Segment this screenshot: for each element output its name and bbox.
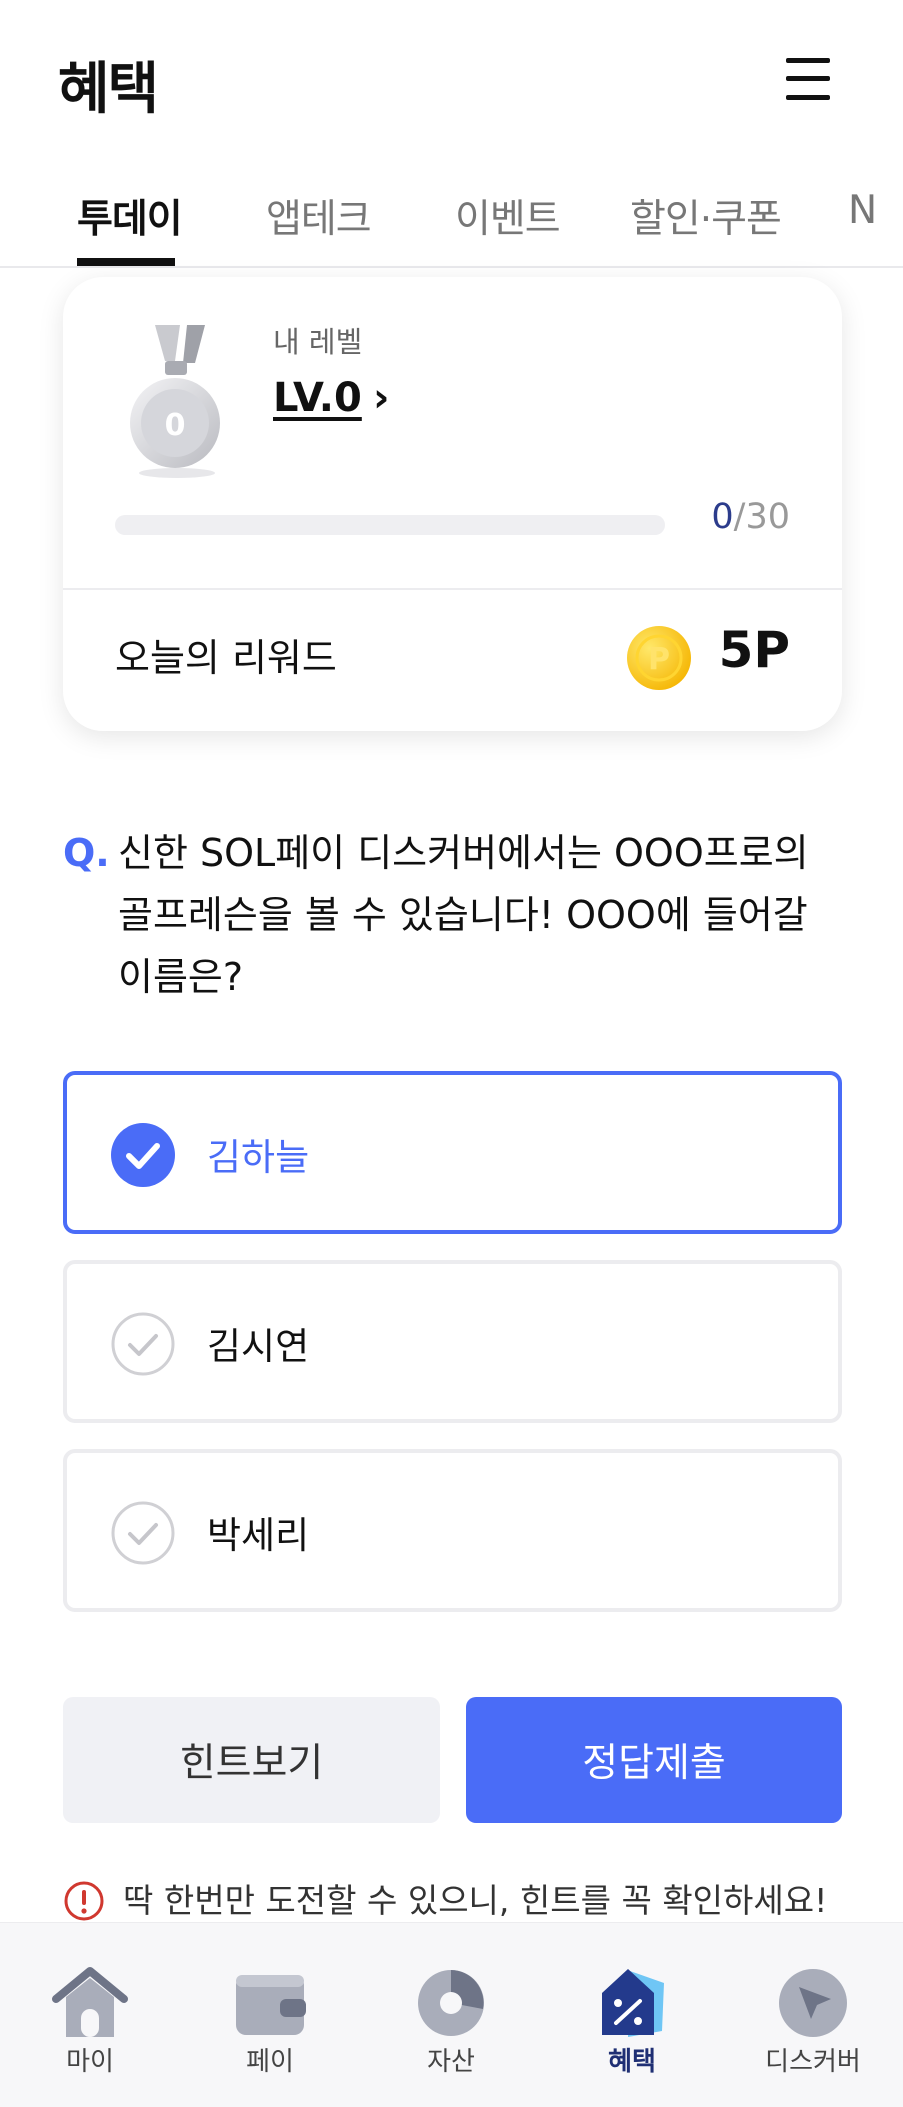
level-progress-text: 0/30 (711, 497, 790, 537)
tab-next[interactable]: N (848, 188, 877, 233)
level-link[interactable]: LV.0 (273, 375, 362, 421)
tab-today[interactable]: 투데이 (77, 188, 183, 244)
tab-events[interactable]: 이벤트 (455, 188, 561, 244)
submit-answer-button[interactable]: 정답제출 (466, 1697, 842, 1823)
check-circle-outline-icon (111, 1312, 175, 1376)
progress-total: /30 (733, 497, 790, 537)
tab-discount-coupon[interactable]: 할인·쿠폰 (630, 188, 782, 244)
reward-label: 오늘의 리워드 (115, 636, 337, 680)
point-coin-icon: P (627, 626, 691, 690)
home-icon (52, 1967, 128, 2037)
wallet-icon (236, 1975, 306, 2035)
compass-icon (779, 1969, 847, 2037)
pie-chart-icon (418, 1970, 484, 2036)
answer-option-label: 박세리 (207, 1514, 310, 1557)
tab-apptech[interactable]: 앱테크 (266, 188, 372, 244)
silver-medal-icon: 0 (130, 325, 220, 478)
answer-option[interactable]: 박세리 (63, 1449, 842, 1612)
nav-label: 자산 (427, 2047, 475, 2077)
alert-circle-icon (64, 1881, 104, 1921)
level-card: 0 내 레벨 LV.0 › 0/30 오늘의 리워드 P 5P (63, 277, 842, 731)
reward-value: 5P (718, 621, 790, 679)
benefit-tag-icon (602, 1969, 664, 2037)
answer-option-label: 김하늘 (207, 1136, 310, 1179)
check-circle-outline-icon (111, 1501, 175, 1565)
notice-text: 딱 한번만 도전할 수 있으니, 힌트를 꼭 확인하세요! (123, 1881, 828, 1920)
level-caption: 내 레벨 (273, 325, 363, 359)
nav-label: 혜택 (608, 2047, 656, 2077)
answer-option-label: 김시연 (207, 1325, 310, 1368)
bottom-navigation: 마이 페이 자산 혜택 디스커버 (0, 1922, 903, 2107)
nav-pay[interactable]: 페이 (180, 1923, 360, 2107)
answer-option[interactable]: 김시연 (63, 1260, 842, 1423)
hamburger-menu-icon[interactable] (786, 58, 830, 100)
answer-option[interactable]: 김하늘 (63, 1071, 842, 1234)
nav-assets[interactable]: 자산 (361, 1923, 541, 2107)
chevron-right-icon[interactable]: › (373, 375, 389, 421)
question-mark: Q. (63, 831, 110, 875)
level-progress-bar (115, 515, 665, 535)
nav-label: 페이 (246, 2047, 294, 2077)
card-divider (63, 588, 842, 590)
medal-number: 0 (165, 408, 186, 443)
question-text: 신한 SOL페이 디스커버에서는 OOO프로의 골프레슨을 볼 수 있습니다! … (118, 831, 809, 999)
active-tab-indicator (77, 258, 175, 266)
page-title: 혜택 (58, 57, 159, 122)
nav-my[interactable]: 마이 (0, 1923, 180, 2107)
nav-label: 마이 (66, 2047, 114, 2077)
coin-letter: P (648, 642, 670, 677)
progress-current: 0 (711, 497, 734, 537)
nav-benefits[interactable]: 혜택 (542, 1923, 722, 2107)
nav-label: 디스커버 (765, 2047, 861, 2077)
category-tabs: 투데이 앱테크 이벤트 할인·쿠폰 N (0, 160, 903, 268)
check-circle-icon (111, 1123, 175, 1187)
hint-button[interactable]: 힌트보기 (63, 1697, 440, 1823)
app-header: 혜택 (0, 0, 903, 160)
nav-discover[interactable]: 디스커버 (723, 1923, 903, 2107)
